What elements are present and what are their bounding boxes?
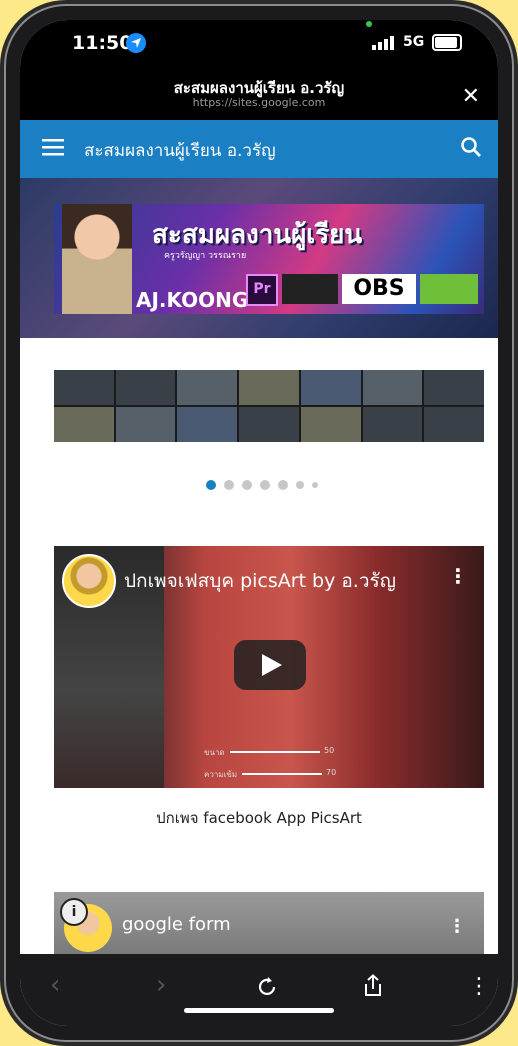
- banner-subtitle: ครูวรัญญา วรรณราย: [164, 251, 247, 261]
- carousel-dot-active[interactable]: [206, 480, 216, 490]
- more-vertical-icon[interactable]: ⋮: [468, 974, 490, 999]
- more-vertical-icon[interactable]: ⋮: [448, 916, 466, 937]
- slider-value: 50: [324, 746, 335, 755]
- carousel-dot[interactable]: [278, 480, 288, 490]
- carousel-dot[interactable]: [312, 482, 318, 488]
- video-call-tile: [177, 407, 238, 442]
- phone-frame: 11:50 5G สะสมผลงานผู้เรียน อ.วรัญ https:…: [4, 4, 514, 1042]
- menu-icon[interactable]: [42, 138, 64, 156]
- video-call-tile: [115, 407, 176, 442]
- youtube-embed-2[interactable]: i google form ⋮: [54, 892, 484, 954]
- location-icon: [126, 33, 146, 53]
- carousel-dot[interactable]: [260, 480, 270, 490]
- site-title[interactable]: สะสมผลงานผู้เรียน อ.วรัญ: [84, 137, 276, 164]
- screen: 11:50 5G สะสมผลงานผู้เรียน อ.วรัญ https:…: [20, 20, 498, 1026]
- slider-bar: [230, 751, 320, 753]
- gold-logo: [282, 274, 338, 304]
- browser-header: สะสมผลงานผู้เรียน อ.วรัญ https://sites.g…: [20, 72, 498, 120]
- status-bar: 11:50 5G: [20, 20, 498, 72]
- search-icon[interactable]: [460, 136, 482, 158]
- video-title[interactable]: ปกเพจเฟสบุค picsArt by อ.วรัญ: [124, 566, 396, 596]
- video-call-tile: [300, 370, 361, 405]
- channel-avatar[interactable]: [62, 554, 116, 608]
- hero-section: สะสมผลงานผู้เรียน ครูวรัญญา วรรณราย AJ.K…: [20, 178, 498, 338]
- video-call-tile: [424, 407, 484, 442]
- site-app-bar: สะสมผลงานผู้เรียน อ.วรัญ: [20, 120, 498, 178]
- carousel-image[interactable]: [54, 370, 484, 442]
- video-call-tile: [54, 370, 114, 405]
- carousel-dot[interactable]: [224, 480, 234, 490]
- premiere-logo: Pr: [246, 274, 278, 306]
- status-time: 11:50: [72, 32, 133, 54]
- slider-label: ความเข้ม: [204, 770, 238, 779]
- video-caption: ปกเพจ facebook App PicsArt: [156, 809, 362, 827]
- video-call-tile: [300, 407, 361, 442]
- video-call-tile: [177, 370, 238, 405]
- camera-indicator: [366, 21, 372, 27]
- chevron-right-icon[interactable]: ›: [156, 970, 166, 1000]
- carousel-dot[interactable]: [242, 480, 252, 490]
- carousel-indicators: [206, 480, 318, 490]
- youtube-embed[interactable]: ปกเพจเฟสบุค picsArt by อ.วรัญ ⋮ ขนาด 50 …: [54, 546, 484, 788]
- video-call-tile: [424, 370, 484, 405]
- home-indicator: [184, 1008, 334, 1013]
- video-call-tile: [54, 407, 114, 442]
- obs-logo: OBS: [342, 274, 416, 304]
- carousel-dot[interactable]: [296, 481, 304, 489]
- browser-toolbar: ‹ › ⋮: [20, 954, 498, 1026]
- chevron-left-icon[interactable]: ‹: [50, 970, 60, 1000]
- banner-portrait: [62, 204, 132, 314]
- studio-logo: [420, 274, 478, 304]
- video-title-2[interactable]: google form: [122, 914, 231, 935]
- banner-name: AJ.KOONG: [136, 288, 249, 312]
- reload-icon[interactable]: [256, 976, 278, 998]
- browser-url: https://sites.google.com: [192, 96, 326, 109]
- battery-icon: [432, 34, 462, 51]
- more-vertical-icon[interactable]: ⋮: [448, 564, 468, 588]
- signal-icon: [372, 36, 394, 50]
- header-banner-image: สะสมผลงานผู้เรียน ครูวรัญญา วรรณราย AJ.K…: [54, 204, 484, 314]
- share-icon[interactable]: [362, 974, 384, 998]
- video-call-tile: [239, 370, 299, 405]
- slider-bar: [242, 773, 322, 775]
- network-type: 5G: [403, 34, 425, 50]
- info-icon[interactable]: i: [60, 898, 88, 926]
- video-call-tile: [362, 407, 423, 442]
- slider-value: 70: [326, 768, 337, 777]
- slider-label: ขนาด: [204, 748, 225, 757]
- close-icon[interactable]: ✕: [462, 84, 480, 109]
- video-call-tile: [362, 370, 423, 405]
- video-call-tile: [239, 407, 299, 442]
- video-call-tile: [115, 370, 176, 405]
- play-icon[interactable]: [234, 640, 306, 690]
